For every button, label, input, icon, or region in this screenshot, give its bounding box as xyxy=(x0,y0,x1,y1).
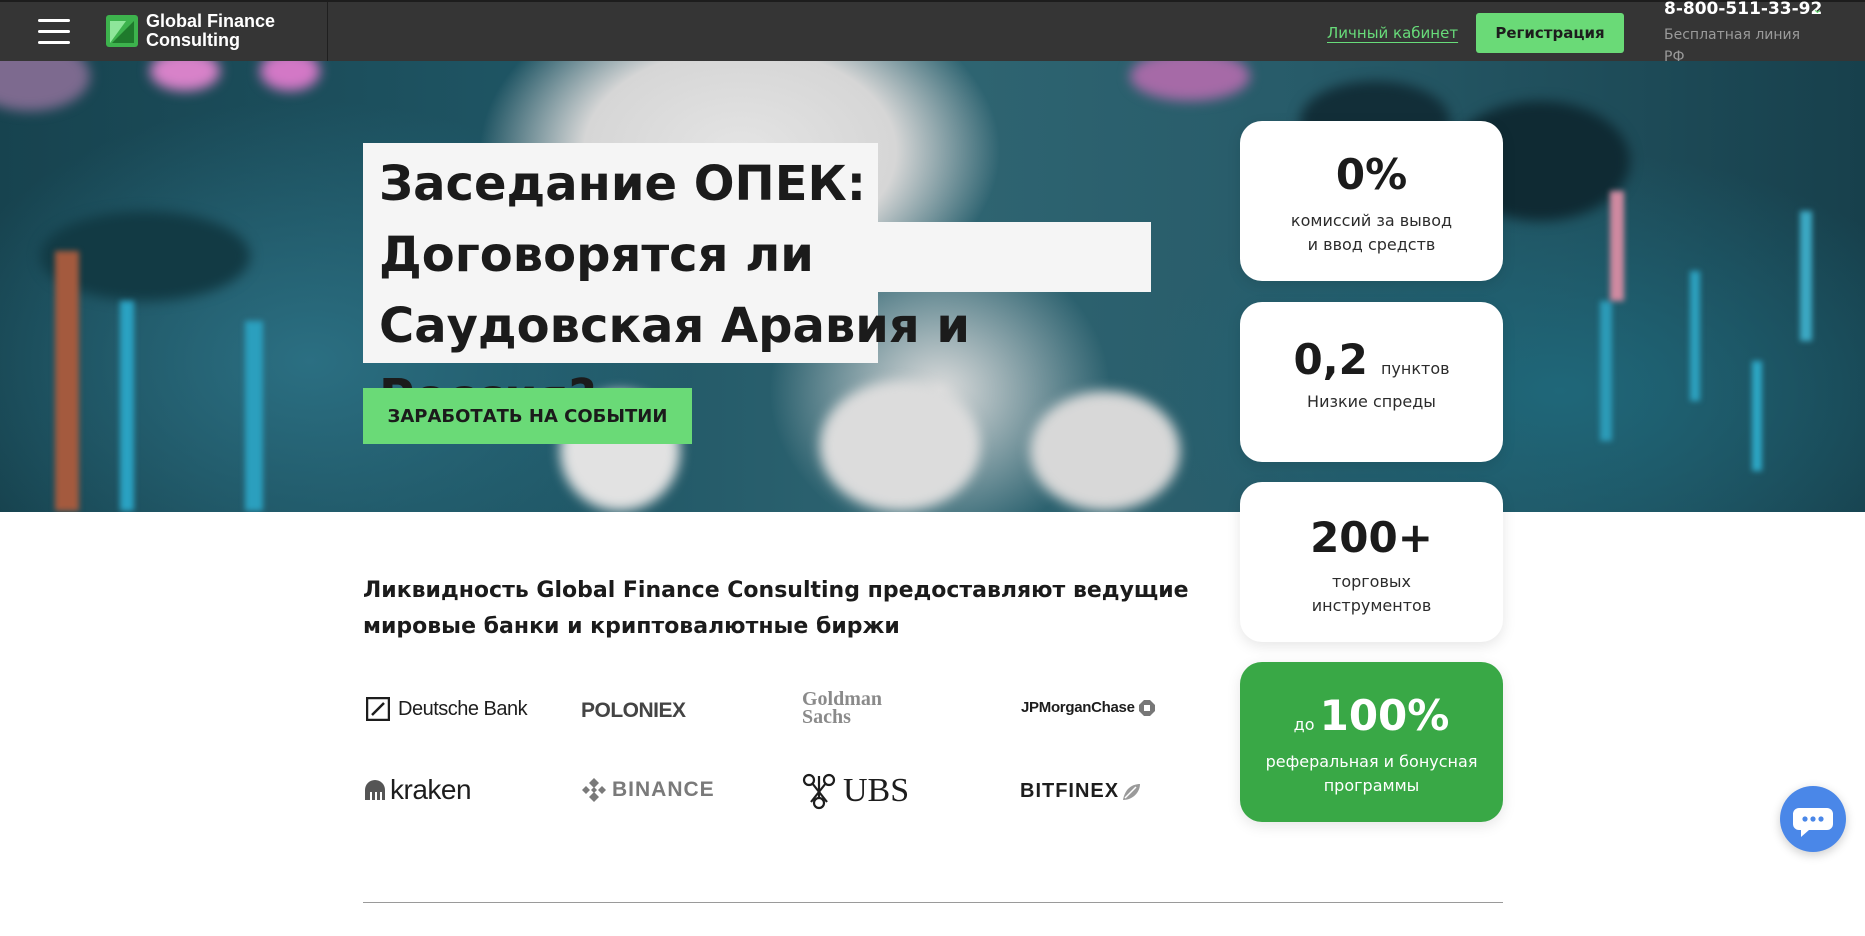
hero-title-bold: Заседание ОПЕК: xyxy=(379,156,866,212)
deutsche-bank-icon xyxy=(366,697,390,721)
logo-line2: Consulting xyxy=(146,30,240,50)
bg-bar xyxy=(1690,271,1700,401)
stat-value: 0,2 xyxy=(1293,335,1368,384)
logo-text: Global Finance Consulting xyxy=(146,12,275,50)
logo-mark-icon xyxy=(106,15,138,47)
stat-caption: торговых xyxy=(1332,572,1411,591)
ubs-keys-icon xyxy=(802,773,836,810)
stat-value: 200+ xyxy=(1310,513,1433,562)
bg-blob xyxy=(1130,61,1250,101)
stat-card-referral: до 100% реферальная и бонусная программы xyxy=(1240,662,1503,822)
goldman-sachs-logo: Goldman Sachs xyxy=(802,689,882,728)
ubs-logo: UBS xyxy=(801,772,909,810)
section-divider xyxy=(363,902,1503,903)
bg-bar xyxy=(55,251,79,511)
deutsche-bank-name: Deutsche Bank xyxy=(398,697,528,720)
binance-logo: BINANCE xyxy=(582,778,715,802)
bg-blob xyxy=(260,61,320,91)
bitfinex-name: BITFINEX xyxy=(1020,780,1120,802)
binance-icon xyxy=(582,778,606,802)
chevron-down-icon[interactable]: ⌄ xyxy=(1812,2,1823,17)
stat-caption: Низкие спреды xyxy=(1307,392,1436,411)
kraken-logo: kraken xyxy=(363,774,472,806)
stat-caption: комиссий за вывод xyxy=(1290,211,1453,230)
bg-bar xyxy=(1800,211,1812,341)
bg-bar xyxy=(120,301,134,511)
liquidity-text: Ликвидность Global Finance Consulting пр… xyxy=(363,578,1189,639)
bitfinex-logo: BITFINEX xyxy=(1020,780,1141,803)
binance-name: BINANCE xyxy=(612,778,715,801)
stat-value: 100% xyxy=(1319,691,1450,740)
menu-icon[interactable] xyxy=(38,19,70,45)
stat-caption: реферальная и бонусная xyxy=(1265,752,1478,771)
bg-bar xyxy=(1752,361,1762,471)
logo[interactable]: Global Finance Consulting xyxy=(106,12,275,50)
hero-banner: Заседание ОПЕК: Договорятся ли Саудовска… xyxy=(0,61,1865,512)
poloniex-logo: POLONIEX xyxy=(581,699,686,722)
bg-blob xyxy=(150,61,220,91)
ubs-name: UBS xyxy=(843,772,910,809)
stat-caption: и ввод средств xyxy=(1307,235,1436,254)
bitfinex-leaf-icon xyxy=(1123,783,1141,800)
stat-card-spreads: 0,2 пунктов Низкие спреды xyxy=(1240,302,1503,462)
phone-number[interactable]: 8-800-511-33-92 xyxy=(1664,0,1822,19)
personal-account-link[interactable]: Личный кабинет xyxy=(1327,24,1458,42)
stat-prefix: до xyxy=(1293,715,1315,734)
header-divider xyxy=(327,2,328,63)
kraken-icon xyxy=(365,780,385,800)
top-header: Global Finance Consulting Личный кабинет… xyxy=(0,0,1865,65)
deutsche-bank-logo: Deutsche Bank xyxy=(366,697,528,721)
stat-caption: инструментов xyxy=(1311,596,1432,615)
bg-bar xyxy=(1600,301,1612,441)
jpmorgan-logo: JPMorganChase xyxy=(1021,699,1155,716)
bg-bar xyxy=(245,321,263,511)
bg-bar xyxy=(1610,191,1624,301)
stat-unit: пунктов xyxy=(1380,359,1450,378)
stat-card-commission: 0% комиссий за вывод и ввод средств xyxy=(1240,121,1503,281)
chase-octagon-icon xyxy=(1138,699,1155,716)
stat-caption: программы xyxy=(1323,776,1420,795)
stat-value: 0% xyxy=(1335,150,1408,199)
stat-card-instruments: 200+ торговых инструментов xyxy=(1240,482,1503,642)
logo-line1: Global Finance xyxy=(146,11,276,31)
stat-value-row: 0,2 пунктов xyxy=(1240,336,1503,384)
earn-on-event-button[interactable]: ЗАРАБОТАТЬ НА СОБЫТИИ xyxy=(363,388,692,444)
stat-value-row: до 100% xyxy=(1240,692,1503,740)
chat-bubble-icon xyxy=(1793,808,1833,837)
goldman-line2: Sachs xyxy=(802,706,851,728)
bg-blob xyxy=(0,61,90,111)
jpmorgan-name: JPMorganChase xyxy=(1021,699,1135,716)
register-button[interactable]: Регистрация xyxy=(1476,13,1624,53)
chat-button[interactable] xyxy=(1780,786,1846,852)
kraken-name: kraken xyxy=(390,774,472,805)
